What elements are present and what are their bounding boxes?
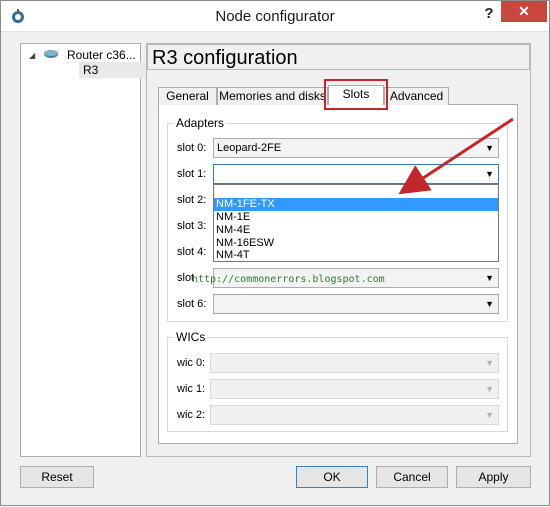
tab-general[interactable]: General [158,87,217,105]
slot-2-label: slot 2: [177,194,207,206]
ok-button[interactable]: OK [296,466,368,488]
chevron-down-icon: ▼ [485,358,494,368]
slots-tab-highlight [324,79,388,110]
chevron-down-icon: ▼ [485,169,494,179]
dropdown-option-nm-4t[interactable]: NM-4T [214,249,498,262]
tree-expand-icon[interactable]: ◢ [29,51,35,60]
tab-advanced[interactable]: Advanced [384,87,449,105]
cancel-button[interactable]: Cancel [376,466,448,488]
page-title: R3 configuration [152,47,298,69]
tab-memories-and-disks[interactable]: Memories and disks [217,87,328,105]
wic-2-label: wic 2: [177,409,206,421]
tree-item-router[interactable]: Router c36... [67,47,136,63]
dropdown-option-nm-4e[interactable]: NM-4E [214,224,498,237]
slot-1-select[interactable]: ▼ [213,164,499,184]
wic-0-select: ▼ [210,353,499,373]
blog-watermark: http://commonerrors.blogspot.com [192,274,385,285]
wic-1-select: ▼ [210,379,499,399]
slot-0-value: Leopard-2FE [217,142,282,154]
chevron-down-icon: ▼ [485,143,494,153]
apply-button[interactable]: Apply [456,466,531,488]
node-tree[interactable]: ◢ Router c36... R3 [20,43,159,457]
chevron-down-icon: ▼ [485,299,494,309]
node-configurator-window: Node configurator ? ✕ ◢ Router c36... R3… [0,0,550,506]
reset-button[interactable]: Reset [20,466,94,488]
config-header: R3 configuration [147,44,530,70]
wic-0-label: wic 0: [177,357,206,369]
chevron-down-icon: ▼ [485,273,494,283]
wic-1-label: wic 1: [177,383,206,395]
router-icon [44,50,58,58]
slot-4-label: slot 4: [177,246,207,258]
wics-group-title: WICs [174,330,208,344]
chevron-down-icon: ▼ [485,410,494,420]
slot-1-label: slot 1: [177,168,207,180]
slot-6-label: slot 6: [177,298,207,310]
slot-0-select[interactable]: Leopard-2FE ▼ [213,138,499,158]
close-button[interactable]: ✕ [501,1,547,22]
slot-1-dropdown-list[interactable]: NM-1FE-TX NM-1E NM-4E NM-16ESW NM-4T [213,184,499,262]
slot-3-label: slot 3: [177,220,207,232]
help-button[interactable]: ? [479,5,499,25]
dropdown-option-nm-1fe-tx[interactable]: NM-1FE-TX [214,198,498,211]
chevron-down-icon: ▼ [485,384,494,394]
wic-2-select: ▼ [210,405,499,425]
slot-0-label: slot 0: [177,142,207,154]
title-bar: Node configurator ? ✕ [1,1,549,32]
window-title: Node configurator [215,8,335,25]
adapters-group-title: Adapters [174,116,227,130]
slot-6-select[interactable]: ▼ [213,294,499,314]
dropdown-option-nm-1e[interactable]: NM-1E [214,211,498,224]
